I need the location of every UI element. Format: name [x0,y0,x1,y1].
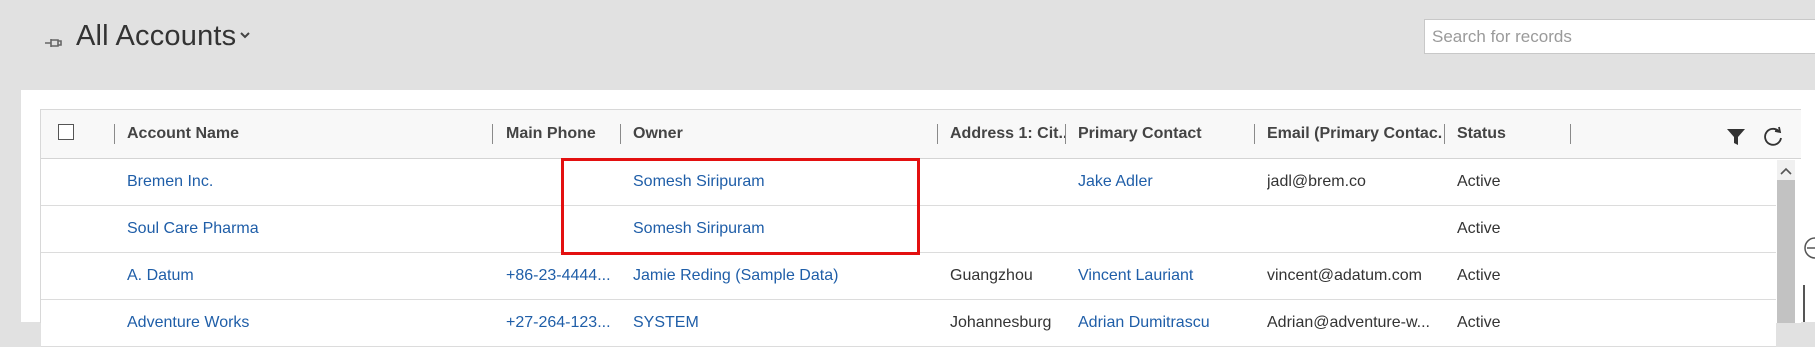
table-row[interactable]: A. Datum +86-23-4444... Jamie Reding (Sa… [41,253,1776,300]
column-separator[interactable] [1065,124,1066,144]
table-row[interactable]: Adventure Works +27-264-123... SYSTEM Jo… [41,300,1776,347]
column-separator[interactable] [937,124,938,144]
scrollbar-thumb[interactable] [1777,180,1795,323]
refresh-icon[interactable] [1761,125,1785,149]
column-separator[interactable] [492,124,493,144]
pin-icon[interactable] [42,31,66,55]
status-cell: Active [1457,220,1501,237]
account-name-link[interactable]: Soul Care Pharma [127,206,467,252]
column-header-main-phone[interactable]: Main Phone [506,110,622,158]
vertical-scrollbar[interactable] [1777,160,1795,323]
email-cell: Adrian@adventure-w... [1267,314,1430,331]
primary-contact-link[interactable] [1078,206,1248,252]
search-box[interactable] [1424,19,1815,54]
status-cell: Active [1457,314,1501,331]
status-cell: Active [1457,267,1501,284]
column-header-account-name[interactable]: Account Name [127,110,427,158]
search-input[interactable] [1425,20,1812,53]
city-cell [950,159,1060,205]
column-header-primary-contact[interactable]: Primary Contact [1078,110,1248,158]
column-header-city[interactable]: Address 1: Cit... [950,110,1066,158]
owner-link[interactable]: SYSTEM [633,300,933,346]
main-phone-link[interactable]: +27-264-123... [506,300,614,346]
account-name-link[interactable]: Adventure Works [127,300,467,346]
column-separator[interactable] [1254,124,1255,144]
select-all-checkbox[interactable] [58,124,74,140]
email-cell: jadl@brem.co [1267,173,1366,190]
side-panel-edge [1803,285,1811,322]
status-cell: Active [1457,173,1501,190]
city-cell: Guangzhou [950,267,1033,284]
chevron-down-icon[interactable] [238,28,252,42]
city-cell [950,206,1060,252]
column-separator[interactable] [1444,124,1445,144]
owner-link[interactable]: Jamie Reding (Sample Data) [633,253,933,299]
column-separator[interactable] [620,124,621,144]
column-header-status[interactable]: Status [1457,110,1557,158]
accounts-grid: Account Name Main Phone Owner Address 1:… [40,109,1801,347]
main-phone-link[interactable]: +86-23-4444... [506,253,614,299]
column-separator[interactable] [114,124,115,144]
grid-header: Account Name Main Phone Owner Address 1:… [41,110,1801,159]
account-name-link[interactable]: A. Datum [127,253,467,299]
city-cell: Johannesburg [950,314,1052,331]
primary-contact-link[interactable]: Adrian Dumitrascu [1078,300,1248,346]
column-header-email[interactable]: Email (Primary Contac... [1267,110,1443,158]
globe-icon[interactable] [1803,236,1815,260]
scroll-up-icon[interactable] [1780,166,1792,176]
email-cell [1267,206,1437,252]
account-name-link[interactable]: Bremen Inc. [127,159,467,205]
email-cell: vincent@adatum.com [1267,267,1422,284]
filter-icon[interactable] [1725,126,1747,148]
primary-contact-link[interactable]: Jake Adler [1078,159,1248,205]
primary-contact-link[interactable]: Vincent Lauriant [1078,253,1248,299]
highlight-box [561,158,920,255]
column-header-owner[interactable]: Owner [633,110,933,158]
view-header: All Accounts [0,0,1815,90]
column-separator[interactable] [1570,124,1571,144]
view-selector-title[interactable]: All Accounts [76,20,236,53]
